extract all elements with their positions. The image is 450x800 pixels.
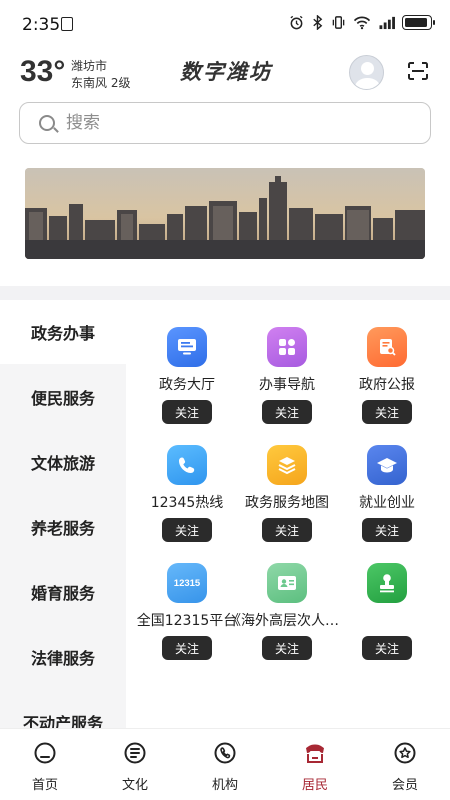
nav-label: 首页 [31,778,58,793]
layers-icon [267,445,307,485]
service-label: 《海外高层次人才》 [227,613,347,629]
bluetooth-icon [313,15,323,30]
sidebar-item-label: 婚育服务 [30,584,95,603]
nav-label: 文化 [121,778,148,793]
app-logo-title: 数字潍坊 [180,59,272,84]
phone-icon [167,445,207,485]
stamp-icon [367,563,407,603]
service-tile-12345-hotline[interactable]: 12345热线 关注 [132,418,242,542]
nav-resident[interactable]: 居民 [270,729,360,800]
member-star-icon [394,742,416,764]
sidebar-item-culture-tourism[interactable]: 文体旅游 [0,430,126,494]
apps-icon [267,327,307,367]
bottom-navigation: 首页 文化 机构 居民 会员 [0,728,450,800]
follow-button[interactable]: 关注 [362,636,412,660]
follow-button[interactable]: 关注 [262,636,312,660]
service-tile-employment[interactable]: 就业创业 关注 [332,418,442,542]
sidebar-item-real-estate[interactable]: 不动产服务 [0,690,126,730]
sidebar-item-label: 不动产服务 [22,714,103,730]
service-tile-overseas-talent[interactable]: 《海外高层次人才》 关注 [227,536,347,660]
badge-12315-text: 12315 [173,577,201,589]
city-skyline-banner[interactable] [25,168,425,259]
nav-label: 会员 [391,778,418,793]
alarm-icon [290,15,303,30]
service-label: 政府公报 [359,377,415,393]
home-icon [34,742,56,764]
service-grid: 政务大厅 关注 办事导航 关注 政府公报 关注 12345热线 关注 政务服务地… [126,300,450,730]
nav-culture[interactable]: 文化 [90,729,180,800]
battery-icon [402,15,435,30]
skyline-image [25,168,425,259]
sidebar-item-label: 养老服务 [30,519,95,538]
service-label: 就业创业 [359,495,415,511]
nfc-icon [61,17,73,31]
search-input[interactable] [66,110,406,136]
nav-home[interactable]: 首页 [0,729,90,800]
service-tile-service-guide[interactable]: 办事导航 关注 [232,300,342,424]
badge-12315-icon: 12315 [167,563,207,603]
follow-button[interactable]: 关注 [162,636,212,660]
scan-icon[interactable] [408,62,428,80]
sidebar-item-label: 便民服务 [30,389,95,408]
service-tile-government-gazette[interactable]: 政府公报 关注 [332,300,442,424]
sidebar-item-convenience-services[interactable]: 便民服务 [0,365,126,429]
sidebar-item-legal-services[interactable]: 法律服务 [0,625,126,689]
sidebar-item-marriage-childbirth[interactable]: 婚育服务 [0,560,126,624]
culture-icon [124,742,146,764]
search-icon [39,115,55,131]
service-tile-stamp[interactable]: 关注 [332,536,442,660]
nav-label: 居民 [301,778,328,793]
service-tile-service-map[interactable]: 政务服务地图 关注 [232,418,342,542]
monitor-icon [167,327,207,367]
nav-label: 机构 [211,778,238,793]
user-avatar[interactable] [349,55,384,90]
weather-wind: 东南风 2级 [71,76,131,90]
search-bar[interactable] [19,102,431,144]
category-sidebar: 政务办事 便民服务 文体旅游 养老服务 婚育服务 法律服务 不动产服务 [0,300,126,730]
nav-organization[interactable]: 机构 [180,729,270,800]
document-search-icon [367,327,407,367]
service-tile-12315-platform[interactable]: 12315 全国12315平台 关注 [132,536,242,660]
status-time: 2:35 [22,15,61,35]
weather-city: 潍坊市 [71,59,108,73]
sidebar-item-elderly-care[interactable]: 养老服务 [0,495,126,559]
section-divider [0,286,450,300]
sidebar-item-label: 法律服务 [30,649,95,668]
resident-icon [306,744,324,763]
signal-icon [379,16,395,30]
sidebar-item-government-affairs[interactable]: 政务办事 [0,300,126,364]
id-card-icon [267,563,307,603]
sidebar-item-label: 政务办事 [30,324,95,343]
graduation-cap-icon [367,445,407,485]
weather-temperature: 33° [20,55,66,88]
wifi-icon [353,16,371,30]
service-tile-government-hall[interactable]: 政务大厅 关注 [132,300,242,424]
organization-icon [214,742,236,764]
sidebar-item-label: 文体旅游 [30,454,95,473]
status-icons [289,15,435,30]
nav-member[interactable]: 会员 [360,729,450,800]
vibrate-icon [332,16,345,29]
status-bar: 2:35 [0,0,450,50]
